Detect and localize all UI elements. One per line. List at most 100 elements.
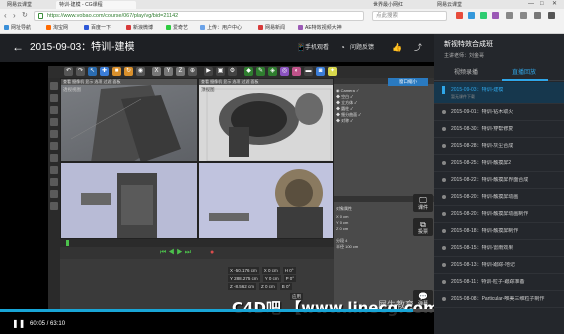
copy-icon: ⧉ [420,220,426,229]
bookmark-item[interactable]: 上传：用户中心 [200,25,242,32]
tool-icon [50,106,58,114]
coord-system-icon: ⊕ [188,67,197,76]
nurbs-icon: ◈ [268,67,277,76]
episode-sub-label: 暂无课件下载 [451,94,475,99]
url-text: https://www.vobao.com/course/067/play/vg… [47,13,179,19]
c4d-timeline [60,239,334,247]
search-input[interactable]: 点此搜索 [372,11,447,21]
extension-icon-1[interactable] [456,12,463,19]
back-arrow-icon[interactable]: ← [12,41,24,53]
pause-button[interactable]: ❚❚ [12,319,25,328]
light-icon: ✦ [328,67,337,76]
extension-icon-4[interactable] [492,12,499,19]
viewport-right: 右视图 [60,162,198,239]
maximize-button[interactable]: □ [540,0,544,9]
bookmark-item[interactable]: 新浪微博 [126,25,153,32]
course-title: 新视特效合成班 [444,41,493,48]
extension-icon-2[interactable] [468,12,475,19]
bookmark-item[interactable]: AE特效视频大神 [298,25,342,32]
episode-item[interactable]: 2015-09-01：特训-钻木取火 [434,104,564,121]
tool-icon [50,142,58,150]
pen-icon: ✎ [256,67,265,76]
episode-label: 2015-08-30：特训-穿帮修复 [451,126,514,132]
bookmark-item[interactable]: 爱奇艺 [166,25,188,32]
close-window-button[interactable]: ✕ [552,0,557,9]
bullet-icon [442,178,446,182]
viewport-front: 正视图 [198,162,334,239]
tab-recorded[interactable]: 视频录播 [454,69,478,77]
undo-icon[interactable] [534,12,541,19]
c4d-transport: ⏮◀▶⏭ ● [60,247,334,259]
bullet-icon [442,246,446,250]
scissors-icon[interactable] [520,12,527,19]
tool-icon [50,94,58,102]
course-player-page: ← 2015-09-03：特训-建模 📱 手机观看 ◔ 问题反馈 👍 ⤴ ↶ ↷… [0,34,564,334]
menu-icon[interactable] [548,12,555,19]
browser-tab-3[interactable]: 世界最小网红 [370,1,430,9]
bookmark-item[interactable]: 网易新闻 [258,25,285,32]
viewport-top: 查看 摄像机 显示 选项 过滤 面板 顶视图 [198,78,334,162]
video-player[interactable]: ↶ ↷ ↖ ✚ ■ ↻ ◉ X Y Z ⊕ ▶ ▣ ⚙ ◆ ✎ ◈ ◎ ◐ ▬ [0,62,434,334]
bookmark-item[interactable]: 网址导航 [4,25,31,32]
c4d-toolbar: ↶ ↷ ↖ ✚ ■ ↻ ◉ X Y Z ⊕ ▶ ▣ ⚙ ◆ ✎ ◈ ◎ ◐ ▬ [48,66,434,78]
question-icon[interactable]: ◔ [340,43,345,52]
bullet-icon [442,86,445,94]
episode-item[interactable]: 2015-09-03：特训-建模 暂无课件下载 [434,82,564,104]
right-view-model [61,163,197,238]
browser-tab-1[interactable]: 网易云课堂 [4,1,52,9]
browser-tab-4[interactable]: 网易云课堂 [434,1,484,9]
thumbs-up-icon[interactable]: 👍 [392,43,402,52]
episode-item[interactable]: 2015-08-15：特训-雷雨效果 [434,240,564,257]
bookmark-item[interactable]: 淘宝网 [46,25,68,32]
episode-label: 2015-08-08：Particular-唯美三维粒子制作 [451,296,545,302]
vote-button[interactable]: ⧉ 投票 [413,218,433,236]
feedback-link[interactable]: 问题反馈 [350,44,374,52]
episode-item[interactable]: 2015-08-20：特训-触摸屏动画制作 [434,206,564,223]
lock-icon [38,13,43,19]
episode-label: 2015-08-25：特训-触摸屏2 [451,160,512,166]
z-axis-icon: Z [176,67,185,76]
courseware-button[interactable]: 🖵 课件 [413,194,433,212]
viewport-perspective: 查看 摄像机 显示 选项 过滤 面板 透视视图 [60,78,198,162]
minimize-button[interactable]: — [528,0,534,9]
share-icon[interactable]: ⤴ [414,43,422,52]
episode-label: 2015-08-28：特训-灰尘合成 [451,143,514,149]
episode-item[interactable]: 2015-08-18：特训-触摸屏制作 [434,223,564,240]
tab-live-replay[interactable]: 直播回放 [512,69,536,77]
episode-label: 2015-08-20：特训-触摸屏动画 [451,194,519,200]
episode-item[interactable]: 2015-08-08：Particular-唯美三维粒子制作 [434,291,564,308]
tab-strip: 网易云课堂 特训-建模 - CG课程 世界最小网红 网易云课堂 — □ ✕ [0,0,564,9]
monitor-icon: 🖵 [419,196,427,205]
episode-item[interactable]: 2015-08-22：特训-触摸屏界面合成 [434,172,564,189]
bookmark-item[interactable]: 百度一下 [84,25,111,32]
floor-icon: ▬ [304,67,313,76]
cube-icon: ◆ [244,67,253,76]
browser-tab-active[interactable]: 特训-建模 - CG课程 [56,1,136,9]
address-bar[interactable]: https://www.vobao.com/course/067/play/vg… [34,11,364,21]
episode-item[interactable]: 2015-08-28：特训-灰尘合成 [434,138,564,155]
bullet-icon [442,212,446,216]
reload-icon[interactable]: ↻ [22,11,28,21]
scale-tool-icon: ■ [112,67,121,76]
bullet-icon [442,263,446,267]
episode-label: 2015-09-01：特训-钻木取火 [451,109,514,115]
episode-item[interactable]: 2015-08-20：特训-触摸屏动画 [434,189,564,206]
rotate-tool-icon: ↻ [124,67,133,76]
episode-item[interactable]: 2015-08-25：特训-触摸屏2 [434,155,564,172]
c4d-left-toolbar [48,78,60,311]
episode-item[interactable]: 2015-08-11：特训-粒子-跟踪准备 [434,274,564,291]
forward-nav-icon[interactable]: › [13,11,16,21]
download-icon[interactable] [506,12,513,19]
extension-icon-3[interactable] [480,12,487,19]
move-tool-icon: ✚ [100,67,109,76]
episode-item[interactable]: 2015-08-13：特训-跟踪-地记 [434,257,564,274]
popup-label[interactable]: 窗口缩小 [388,78,428,86]
top-view-model [206,88,332,161]
back-nav-icon[interactable]: ‹ [4,11,7,21]
course-sidebar: 新视特效合成班 主讲老师：刘金哥 视频录播 直播回放 2015-09-03：特训… [434,34,564,334]
tool-icon [50,118,58,126]
mobile-watch-link[interactable]: 手机观看 [305,44,329,52]
episode-item[interactable]: 2015-08-30：特训-穿帮修复 [434,121,564,138]
bookmarks-bar: 网址导航 淘宝网 百度一下 新浪微博 爱奇艺 上传：用户中心 网易新闻 AE特效… [0,23,564,34]
deformer-icon: ◐ [292,67,301,76]
